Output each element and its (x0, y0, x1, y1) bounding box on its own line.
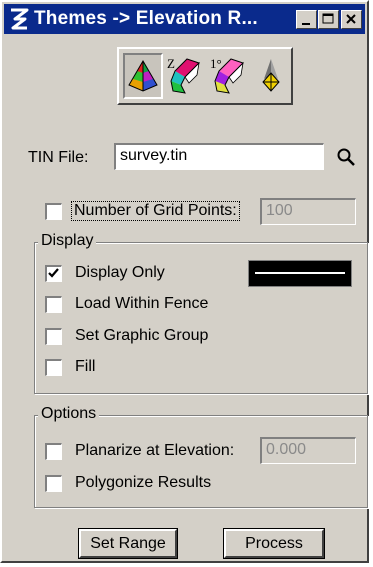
tin-file-label: TIN File: (28, 149, 89, 166)
minimize-button[interactable] (296, 10, 317, 29)
checkmark-icon (48, 268, 59, 278)
tin-file-input[interactable]: survey.tin (114, 143, 324, 170)
load-within-fence-label: Load Within Fence (75, 295, 209, 312)
fill-label: Fill (75, 358, 96, 375)
polygonize-checkbox[interactable] (45, 475, 62, 492)
set-range-button[interactable]: Set Range (78, 528, 178, 559)
tool-elevation-range[interactable] (123, 53, 163, 99)
tool-aspect[interactable] (251, 53, 291, 99)
minimize-icon (302, 23, 310, 25)
svg-text:1°: 1° (210, 56, 222, 71)
pyramid-icon (128, 60, 158, 92)
close-icon (346, 14, 356, 24)
set-graphic-group-checkbox[interactable] (45, 328, 62, 345)
tool-slope-range[interactable]: 1° (209, 53, 249, 99)
search-icon[interactable] (336, 147, 356, 167)
planarize-label: Planarize at Elevation: (75, 442, 235, 459)
svg-text:Z: Z (167, 56, 175, 71)
dialog-window: Themes -> Elevation R... Z 1° TIN File: … (0, 0, 369, 563)
load-within-fence-checkbox[interactable] (45, 296, 62, 313)
polygonize-label: Polygonize Results (75, 474, 212, 491)
maximize-button[interactable] (318, 10, 339, 29)
planarize-checkbox[interactable] (45, 443, 62, 460)
grid-points-checkbox[interactable] (45, 203, 62, 220)
title-bar[interactable]: Themes -> Elevation R... (4, 4, 365, 34)
planarize-elevation-input[interactable]: 0.000 (260, 437, 356, 464)
tool-height-range[interactable]: Z (165, 53, 205, 99)
close-button[interactable] (341, 10, 362, 29)
slope-ribbon-icon: 1° (210, 56, 244, 94)
height-ribbon-icon: Z (167, 56, 200, 94)
display-legend: Display (38, 232, 97, 250)
grid-points-input[interactable]: 100 (260, 198, 356, 225)
process-button[interactable]: Process (223, 528, 325, 559)
grid-points-label: Number of Grid Points: (71, 201, 240, 221)
aspect-diamond-icon (262, 59, 280, 92)
display-only-label: Display Only (75, 264, 165, 281)
options-legend: Options (38, 405, 100, 423)
symbology-swatch[interactable] (248, 260, 352, 287)
set-graphic-group-label: Set Graphic Group (75, 327, 209, 344)
geopak-logo-icon (11, 8, 29, 30)
swatch-line (255, 272, 345, 274)
maximize-icon (322, 13, 334, 24)
tool-palette: Z 1° (117, 47, 293, 105)
display-only-checkbox[interactable] (45, 265, 62, 282)
fill-checkbox[interactable] (45, 359, 62, 376)
window-title: Themes -> Elevation R... (34, 8, 258, 29)
